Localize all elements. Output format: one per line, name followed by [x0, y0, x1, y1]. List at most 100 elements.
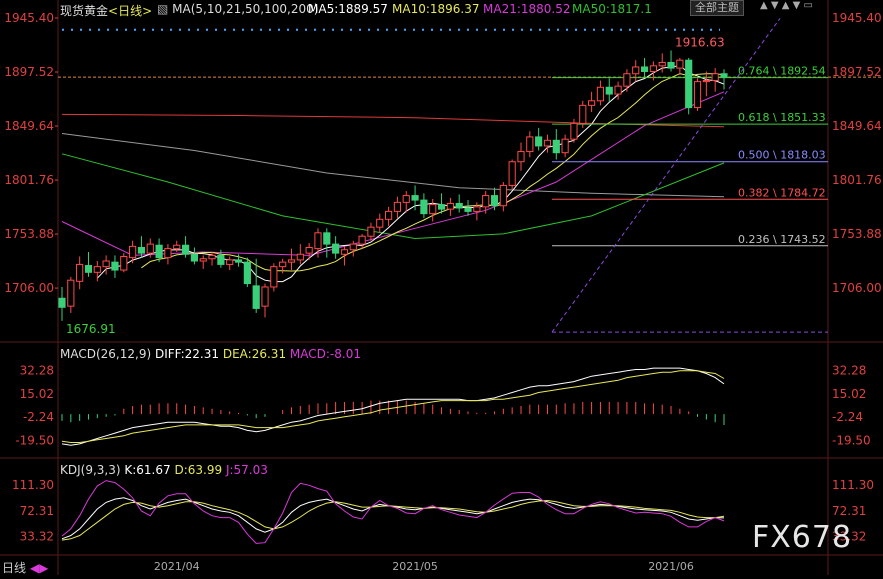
- ma10-value: MA10:1896.37: [392, 2, 480, 16]
- candle-body: [155, 244, 163, 259]
- candle-body: [120, 256, 128, 271]
- candle-body: [640, 66, 649, 72]
- fib-label: 0.236 \ 1743.52: [738, 233, 826, 246]
- candle-body: [658, 61, 666, 67]
- candle-body: [455, 202, 463, 209]
- ma10-line: [141, 73, 725, 272]
- candle-body: [570, 122, 578, 140]
- candle-body: [93, 266, 101, 273]
- candle-body: [323, 232, 331, 245]
- ma5-value: MA5:1889.57: [308, 2, 388, 16]
- high-annotation: 1916.63: [675, 35, 725, 49]
- macd-tick-left: 32.28: [20, 363, 54, 377]
- kdj-k-line: [61, 497, 725, 540]
- macd-tick-left: 15.02: [20, 387, 54, 401]
- macd-title: MACD(26,12,9) DIFF:22.31 DEA:26.31 MACD:…: [60, 347, 361, 361]
- candle-body: [579, 104, 587, 124]
- price-tick-left: 1849.64: [4, 119, 54, 133]
- next-arrow-icon[interactable]: ▶: [39, 561, 48, 575]
- ma21-value: MA21:1880.52: [483, 2, 571, 16]
- candle-body: [349, 243, 357, 251]
- candle-body: [411, 195, 419, 201]
- low-annotation: 1676.91: [66, 322, 116, 336]
- candle-body: [499, 184, 507, 207]
- candle-body: [111, 261, 119, 271]
- candle-body: [261, 286, 269, 307]
- ma21-line: [61, 91, 725, 256]
- ma200-line: [61, 113, 725, 128]
- watermark: FX678: [752, 520, 853, 555]
- kdj-k: K:61.67: [124, 463, 171, 477]
- candle-body: [676, 59, 684, 69]
- macd-tick-left: -19.50: [15, 434, 54, 448]
- candle-body: [552, 139, 560, 154]
- macd-tick-right: -19.50: [832, 434, 871, 448]
- candle-body: [596, 86, 605, 102]
- ma5-line: [96, 65, 725, 283]
- candle-body: [517, 151, 525, 163]
- candle-body: [358, 235, 366, 245]
- candle-body: [181, 244, 190, 255]
- price-tick-right: 1849.64: [832, 119, 882, 133]
- candle-body: [490, 195, 499, 207]
- prev-arrow-icon[interactable]: ◀: [30, 561, 39, 575]
- period-label[interactable]: <日线>: [108, 4, 152, 18]
- fib-label: 0.618 \ 1851.33: [738, 111, 826, 124]
- period-tab[interactable]: 日线 ◀▶: [2, 559, 48, 576]
- instrument-title: 现货黄金<日线>: [60, 2, 152, 19]
- kdj-tick-left: 111.30: [12, 478, 54, 492]
- fib-label: 0.764 \ 1892.54: [738, 65, 826, 78]
- candle-body: [711, 73, 719, 82]
- ma-params: MA(5,10,21,50,100,200): [172, 2, 319, 16]
- price-tick-left: 1753.88: [4, 227, 54, 241]
- candle-body: [376, 218, 384, 228]
- candle-body: [243, 261, 251, 285]
- ma50-line: [61, 153, 725, 240]
- candle-body: [199, 258, 207, 262]
- candle-body: [314, 232, 322, 250]
- candle-body: [340, 249, 349, 255]
- all-themes-button[interactable]: 全部主题: [690, 0, 744, 16]
- price-tick-left: 1945.40: [4, 11, 54, 25]
- candle-body: [446, 202, 454, 210]
- candle-body: [543, 139, 552, 147]
- candle-body: [208, 254, 216, 260]
- candle-body: [588, 100, 596, 106]
- candle-body: [305, 246, 313, 254]
- candle-body: [270, 266, 278, 288]
- candle-body: [234, 259, 243, 263]
- candle-body: [102, 260, 110, 268]
- date-tick: 2021/06: [648, 560, 694, 573]
- ma-icon: ▧: [157, 2, 169, 16]
- candle-body: [685, 59, 693, 109]
- price-tick-right: 1753.88: [832, 227, 882, 241]
- price-tick-left: 1706.00: [4, 281, 54, 295]
- candle-body: [146, 243, 154, 254]
- ma-label: ▧ MA(5,10,21,50,100,200): [157, 2, 318, 16]
- period-tab-label: 日线: [2, 561, 27, 575]
- price-tick-right: 1945.40: [832, 11, 882, 25]
- candle-body: [720, 73, 728, 78]
- candle-body: [420, 199, 428, 215]
- candle-body: [173, 244, 181, 250]
- candle-body: [482, 195, 490, 208]
- kdj-params: KDJ(9,3,3): [60, 463, 121, 477]
- candle-body: [508, 161, 516, 186]
- candle-body: [164, 248, 172, 259]
- macd-diff-line: [61, 367, 725, 446]
- candle-body: [561, 138, 569, 154]
- candle-body: [384, 210, 393, 220]
- price-tick-left: 1897.52: [4, 65, 54, 79]
- candle-body: [367, 226, 375, 237]
- date-tick: 2021/04: [154, 560, 200, 573]
- candle-body: [464, 207, 472, 212]
- fib-trend-line: [551, 18, 781, 333]
- kdj-j: J:57.03: [225, 463, 268, 477]
- macd-params: MACD(26,12,9): [60, 347, 152, 361]
- chart-stage: 1945.40 1945.40 1897.52 1897.52 1849.64 1849.…: [0, 0, 883, 575]
- candle-body: [129, 245, 137, 259]
- candle-body: [137, 246, 146, 254]
- candle-body: [332, 243, 340, 254]
- candle-body: [605, 86, 613, 95]
- toolbar-arrows[interactable]: ▲ ▼ ▲ ▼ ▭: [760, 0, 813, 11]
